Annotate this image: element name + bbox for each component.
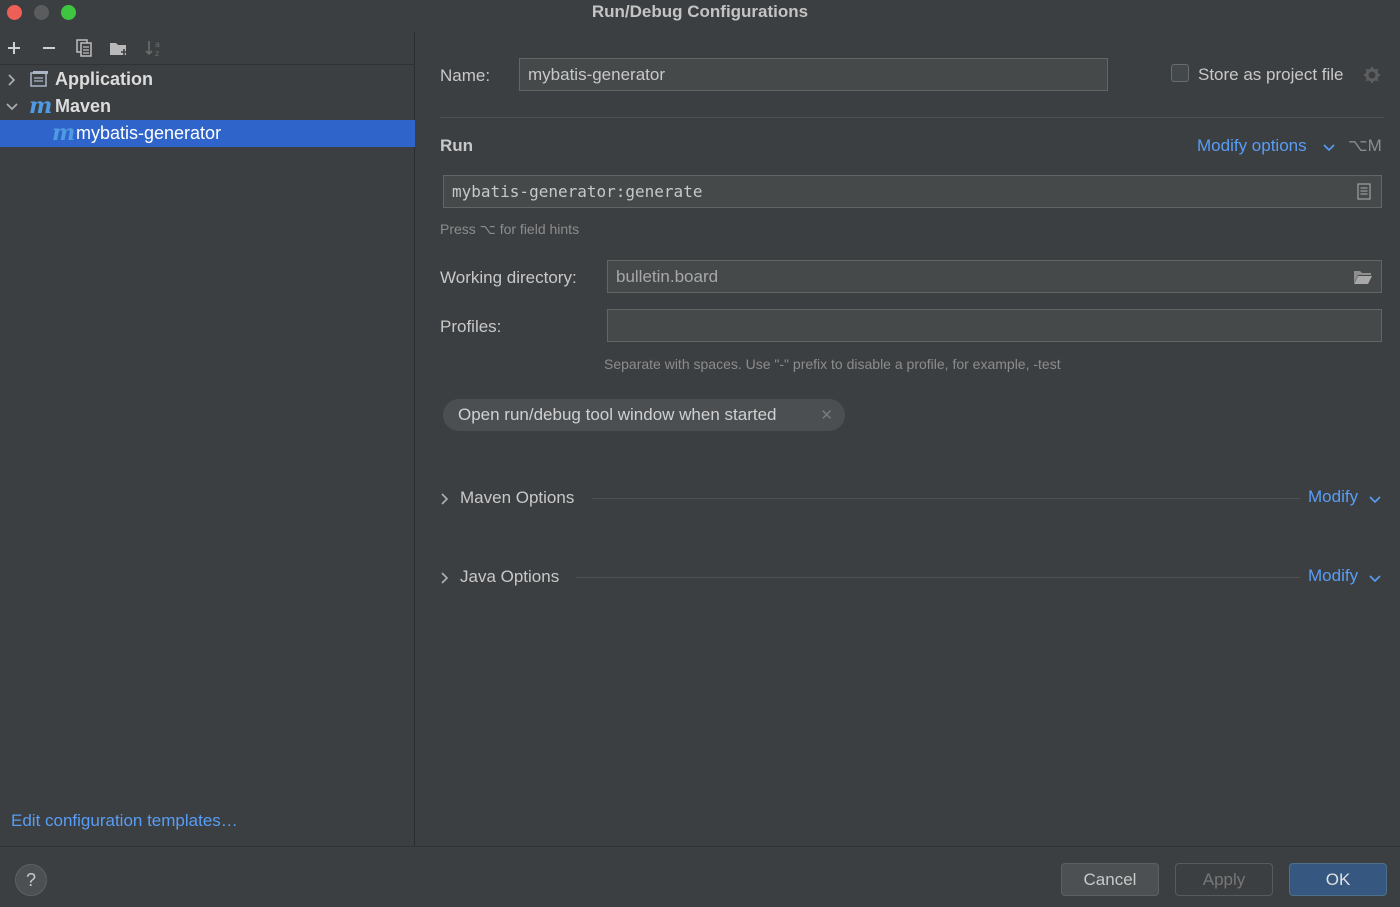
tree-toolbar: az [0, 32, 415, 65]
maven-options-section[interactable]: Maven Options [460, 488, 574, 508]
profiles-hint: Separate with spaces. Use "-" prefix to … [604, 356, 1061, 372]
tree-item-maven[interactable]: m Maven [0, 93, 415, 120]
application-icon [30, 70, 49, 93]
tree-item-mybatis-generator[interactable]: m mybatis-generator [0, 120, 415, 147]
folder-add-icon[interactable] [108, 36, 130, 60]
working-directory-label: Working directory: [440, 268, 577, 287]
command-line-value: mybatis-generator:generate [452, 182, 703, 201]
option-tag-label: Open run/debug tool window when started [458, 405, 777, 424]
modify-options-link[interactable]: Modify options [1197, 136, 1307, 156]
run-section-title: Run [440, 136, 474, 155]
close-icon[interactable]: ✕ [820, 406, 833, 424]
apply-button[interactable]: Apply [1175, 863, 1273, 896]
tree-item-label: Maven [55, 96, 112, 116]
option-tag-open-tool-window[interactable]: Open run/debug tool window when started … [443, 399, 845, 431]
chevron-down-icon[interactable] [1369, 569, 1381, 589]
document-icon[interactable] [1357, 183, 1371, 204]
dialog-button-bar: ? Cancel Apply OK [0, 846, 1400, 907]
section-divider [592, 498, 1300, 499]
chevron-right-icon[interactable] [440, 570, 450, 590]
section-divider [576, 577, 1300, 578]
title-bar: Run/Debug Configurations [0, 0, 1400, 28]
gear-icon[interactable] [1363, 66, 1381, 89]
tree-item-label: mybatis-generator [76, 123, 222, 143]
name-field-value: mybatis-generator [528, 64, 666, 84]
folder-icon[interactable] [1353, 269, 1373, 290]
configuration-editor: Name: mybatis-generator Store as project… [416, 32, 1400, 846]
java-options-modify-link[interactable]: Modify [1308, 566, 1358, 586]
ok-button[interactable]: OK [1289, 863, 1387, 896]
field-hints-text: Press ⌥ for field hints [440, 221, 580, 237]
chevron-down-icon[interactable] [5, 100, 19, 114]
name-field[interactable]: mybatis-generator [519, 58, 1108, 91]
edit-configuration-templates-link[interactable]: Edit configuration templates… [11, 811, 238, 831]
working-directory-field[interactable]: bulletin.board [607, 260, 1382, 293]
working-directory-value: bulletin.board [616, 266, 719, 286]
profiles-field[interactable] [607, 309, 1382, 342]
chevron-right-icon[interactable] [440, 491, 450, 511]
profiles-label: Profiles: [440, 317, 502, 336]
chevron-right-icon[interactable] [5, 73, 19, 87]
cancel-button[interactable]: Cancel [1061, 863, 1159, 896]
chevron-down-icon[interactable] [1369, 490, 1381, 510]
copy-icon[interactable] [73, 36, 95, 60]
command-line-field[interactable]: mybatis-generator:generate [443, 175, 1382, 208]
tree-item-application[interactable]: Application [0, 66, 415, 93]
tree-item-label: Application [55, 69, 153, 89]
store-as-project-file-label: Store as project file [1198, 65, 1344, 84]
remove-icon[interactable] [38, 36, 60, 60]
maven-options-modify-link[interactable]: Modify [1308, 487, 1358, 507]
maven-icon: m [29, 93, 53, 119]
configurations-tree-panel: az Application m Maven m mybatis-generat… [0, 32, 415, 846]
modify-options-shortcut: ⌥M [1348, 136, 1382, 155]
svg-text:z: z [155, 49, 159, 57]
name-label: Name: [440, 66, 491, 85]
sort-icon[interactable]: az [143, 36, 165, 60]
maven-icon: m [52, 120, 76, 146]
separator [440, 117, 1384, 118]
add-icon[interactable] [3, 36, 25, 60]
chevron-down-icon[interactable] [1323, 138, 1335, 158]
help-button[interactable]: ? [15, 864, 47, 896]
svg-text:a: a [155, 40, 160, 49]
window-title: Run/Debug Configurations [591, 2, 809, 21]
store-as-project-file-checkbox[interactable] [1171, 64, 1189, 82]
java-options-section[interactable]: Java Options [460, 567, 559, 587]
